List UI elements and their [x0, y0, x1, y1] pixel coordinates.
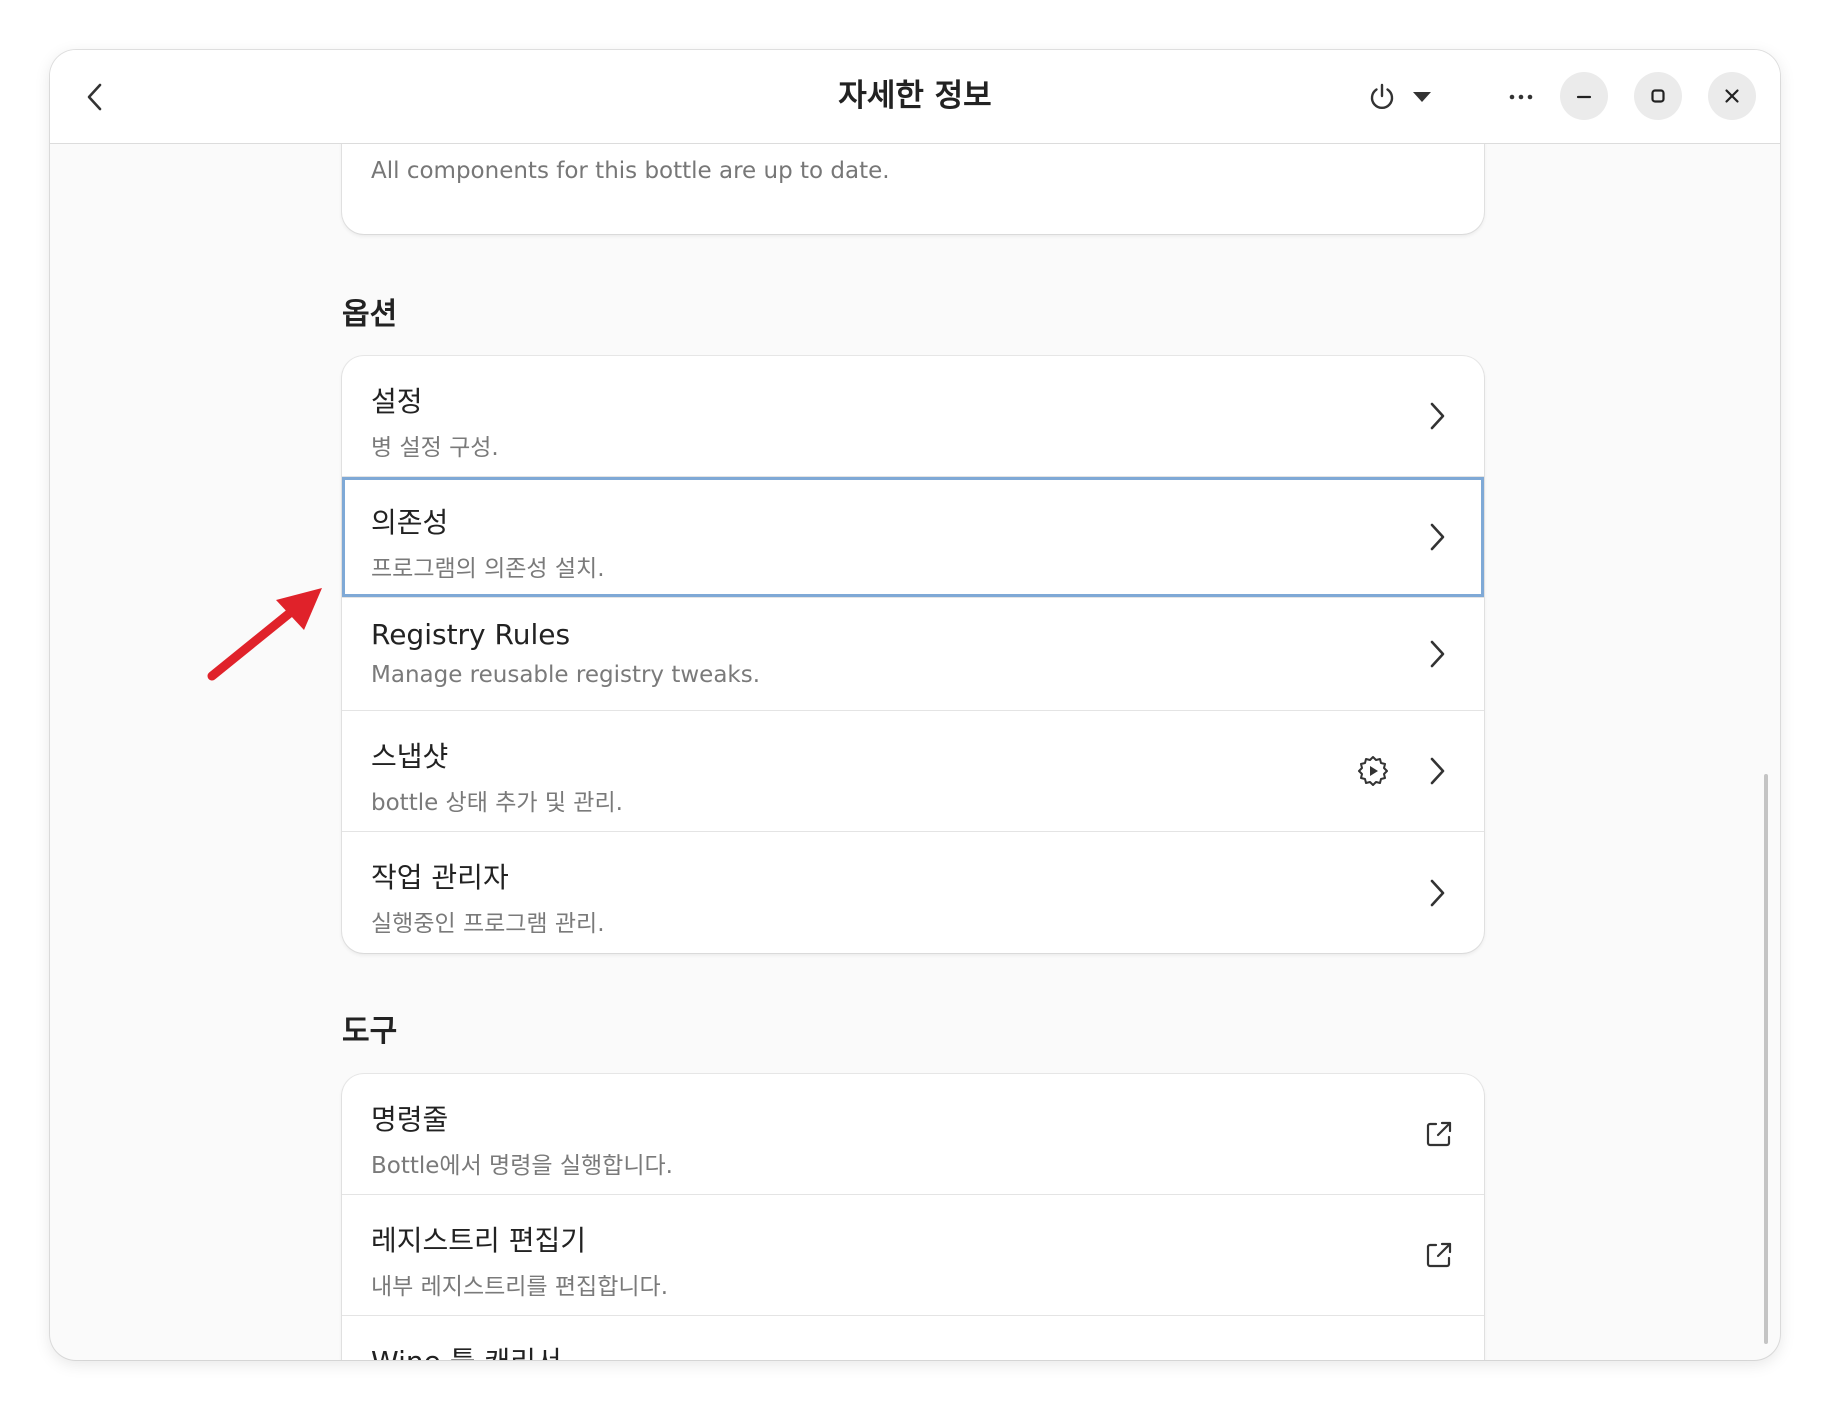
ellipsis-icon [1509, 94, 1533, 100]
snapshot-schedule-icon[interactable] [1356, 754, 1390, 788]
row-subtitle: bottle 상태 추가 및 관리. [371, 790, 623, 816]
scrollbar[interactable] [1764, 774, 1768, 1344]
chevron-left-icon [87, 83, 102, 111]
row-subtitle: 병 설정 구성. [371, 435, 499, 461]
tools-heading: 도구 [342, 1014, 398, 1049]
row-title: 작업 관리자 [371, 861, 509, 894]
row-subtitle: 내부 레지스트리를 편집합니다. [371, 1274, 669, 1300]
command-line-row[interactable]: 명령줄 Bottle에서 명령을 실행합니다. [342, 1074, 1484, 1195]
components-status-card: All components for this bottle are up to… [342, 144, 1484, 234]
components-status-text: All components for this bottle are up to… [371, 158, 890, 184]
minimize-button[interactable] [1560, 72, 1608, 120]
row-title: Registry Rules [371, 618, 571, 651]
row-title: 설정 [371, 385, 423, 418]
settings-row[interactable]: 설정 병 설정 구성. [342, 356, 1484, 477]
row-subtitle: 프로그램의 의존성 설치. [371, 556, 605, 582]
app-window: 자세한 정보 All components for this bottle ar… [50, 50, 1780, 1360]
tools-list: 명령줄 Bottle에서 명령을 실행합니다. 레지스트리 편집기 내부 레지스… [342, 1074, 1484, 1360]
snapshots-row[interactable]: 스냅샷 bottle 상태 추가 및 관리. [342, 711, 1484, 832]
scroll-content[interactable]: All components for this bottle are up to… [50, 144, 1780, 1360]
annotation-arrow-icon [207, 588, 322, 681]
back-button[interactable] [70, 72, 120, 122]
external-link-icon [1426, 1242, 1452, 1268]
row-title: 명령줄 [371, 1103, 449, 1136]
wine-tools-row[interactable]: Wine 툴 캐리서 [342, 1316, 1484, 1360]
row-title: 의존성 [371, 506, 449, 539]
header-bar: 자세한 정보 [50, 50, 1780, 144]
chevron-right-icon [1430, 879, 1445, 906]
chevron-right-icon [1430, 523, 1445, 551]
row-subtitle: Manage reusable registry tweaks. [371, 662, 761, 688]
minimize-icon [1576, 95, 1592, 99]
maximize-button[interactable] [1634, 72, 1682, 120]
chevron-right-icon [1430, 402, 1445, 430]
dependencies-row[interactable]: 의존성 프로그램의 의존성 설치. [342, 477, 1484, 598]
row-subtitle: Bottle에서 명령을 실행합니다. [371, 1153, 673, 1179]
registry-rules-row[interactable]: Registry Rules Manage reusable registry … [342, 598, 1484, 711]
power-icon [1370, 83, 1394, 110]
row-title: Wine 툴 캐리서 [371, 1340, 562, 1360]
external-link-icon [1426, 1121, 1452, 1147]
options-list: 설정 병 설정 구성. 의존성 프로그램의 의존성 설치. Registry R… [342, 356, 1484, 953]
registry-editor-row[interactable]: 레지스트리 편집기 내부 레지스트리를 편집합니다. [342, 1195, 1484, 1316]
main-menu-button[interactable] [1490, 72, 1552, 122]
chevron-right-icon [1430, 640, 1445, 668]
row-subtitle: 실행중인 프로그램 관리. [371, 911, 605, 937]
row-title: 레지스트리 편집기 [371, 1224, 586, 1257]
caret-down-icon [1413, 92, 1431, 102]
row-title: 스냅샷 [371, 740, 449, 773]
options-heading: 옵션 [342, 297, 398, 332]
run-menu-button[interactable] [1350, 72, 1450, 122]
task-manager-row[interactable]: 작업 관리자 실행중인 프로그램 관리. [342, 832, 1484, 953]
chevron-right-icon [1430, 757, 1445, 785]
maximize-icon [1651, 89, 1665, 103]
close-button[interactable] [1708, 72, 1756, 120]
close-icon [1725, 89, 1739, 103]
